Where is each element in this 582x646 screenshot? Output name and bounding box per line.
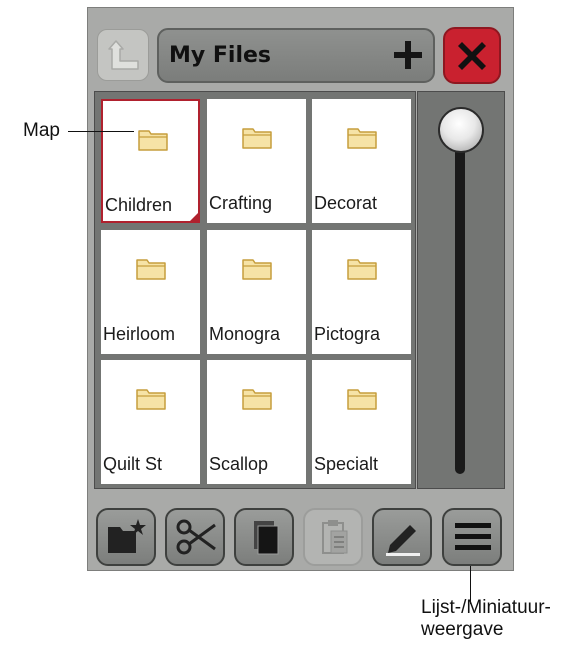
scissors-icon (176, 519, 216, 555)
folder-icon (347, 259, 377, 280)
back-arrow-icon (108, 40, 139, 70)
folder-label: Monogra (209, 324, 281, 344)
new-folder-icon (108, 519, 146, 553)
folder-label: Crafting (209, 193, 273, 213)
folder-title: My Files (169, 43, 272, 68)
view-callout-label-line2: weergave (421, 619, 504, 640)
cut-button[interactable] (165, 508, 225, 566)
folder-label: Children (105, 195, 173, 215)
pencil-icon (386, 525, 420, 556)
folder-tile[interactable]: Heirloom (101, 230, 200, 354)
view-callout-label-line1: Lijst-/Miniatuur- (421, 597, 551, 618)
folder-label: Heirloom (103, 324, 176, 344)
folder-label: Pictogra (314, 324, 381, 344)
folder-tile[interactable]: Quilt St (101, 360, 200, 484)
selection-marker (190, 213, 198, 221)
folder-tile[interactable]: Crafting (207, 99, 306, 223)
new-folder-button[interactable] (96, 508, 156, 566)
folder-icon (242, 128, 272, 149)
folder-tile[interactable]: Scallop (207, 360, 306, 484)
scrollbar-thumb[interactable] (438, 107, 484, 153)
back-button[interactable] (97, 29, 149, 81)
folder-label: Decorat (314, 193, 378, 213)
folder-title-bar[interactable]: My Files (157, 28, 435, 83)
copy-icon (254, 521, 279, 555)
folder-label: Quilt St (103, 454, 163, 474)
folder-tile[interactable]: Pictogra (312, 230, 411, 354)
close-button[interactable] (443, 27, 501, 84)
folder-icon (138, 130, 168, 151)
folder-icon (136, 259, 166, 280)
folder-label: Scallop (209, 454, 269, 474)
folder-tile[interactable]: Children (101, 99, 200, 223)
close-icon (458, 42, 486, 70)
folder-tile[interactable]: Specialt (312, 360, 411, 484)
folder-icon (136, 389, 166, 410)
scrollbar-track[interactable] (455, 124, 465, 474)
folder-icon (347, 389, 377, 410)
list-view-button[interactable] (442, 508, 502, 566)
copy-button[interactable] (234, 508, 294, 566)
paste-icon (322, 520, 348, 554)
map-callout-line (68, 131, 134, 132)
map-callout-label: Map (23, 120, 60, 141)
list-view-icon (455, 523, 491, 550)
rename-button[interactable] (372, 508, 432, 566)
folder-tile[interactable]: Decorat (312, 99, 411, 223)
plus-icon[interactable] (391, 38, 425, 72)
folder-icon (242, 389, 272, 410)
folder-icon (347, 128, 377, 149)
folder-icon (242, 259, 272, 280)
folder-label: Specialt (314, 454, 379, 474)
folder-tile[interactable]: Monogra (207, 230, 306, 354)
paste-button[interactable] (303, 508, 363, 566)
